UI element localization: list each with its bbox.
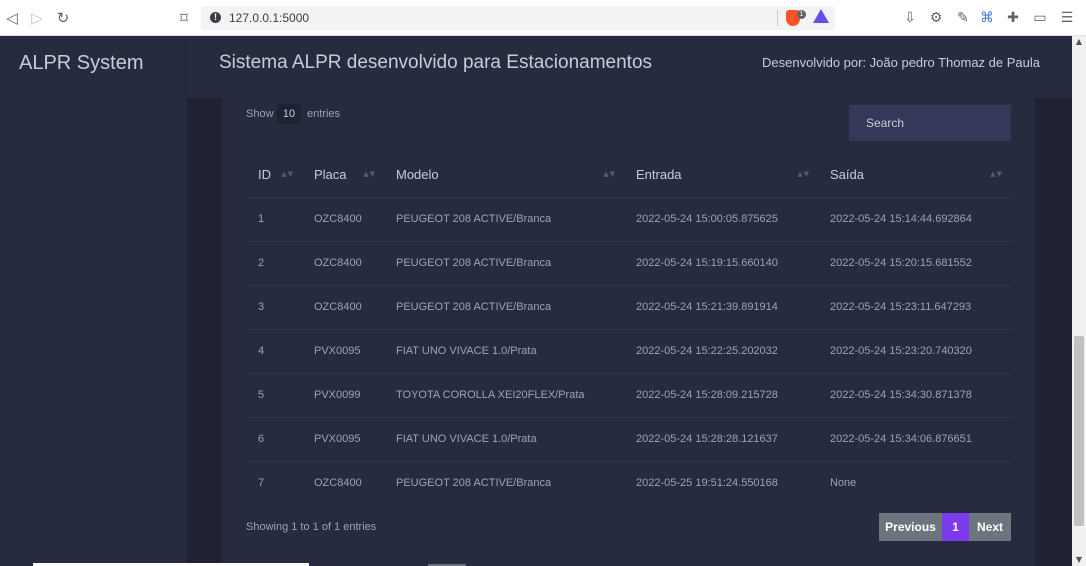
cell-entrada: 2022-05-24 15:28:28.121637 (624, 417, 818, 462)
address-divider (777, 10, 778, 26)
entries-select[interactable]: 10 (277, 104, 301, 124)
table-header-row: ID ▲▼ Placa ▲▼ Modelo ▲▼ Entrada ▲▼ Saída ▲▼ (246, 153, 1011, 198)
table-row: 1 OZC8400 PEUGEOT 208 ACTIVE/Branca 2022… (246, 197, 1011, 242)
cell-saida: 2022-05-24 15:20:15.681552 (818, 241, 1011, 286)
cell-saida: 2022-05-24 15:14:44.692864 (818, 197, 1011, 242)
search-input[interactable]: Search (849, 105, 1011, 141)
cell-placa: OZC8400 (302, 241, 384, 286)
page-1-button[interactable]: 1 (942, 513, 969, 541)
download-icon[interactable]: ⇩ (902, 10, 918, 26)
tools-icon[interactable]: ✎ (955, 10, 971, 26)
table-row: 7 OZC8400 PEUGEOT 208 ACTIVE/Branca 2022… (246, 461, 1011, 505)
sort-icon: ▲▼ (603, 170, 616, 178)
scroll-down-icon[interactable]: ▼ (1072, 554, 1086, 566)
cell-entrada: 2022-05-24 15:21:39.891914 (624, 285, 818, 330)
sidebar (0, 98, 187, 566)
parking-table: ID ▲▼ Placa ▲▼ Modelo ▲▼ Entrada ▲▼ Saída ▲▼ … (246, 153, 1011, 505)
cell-placa: OZC8400 (314, 477, 362, 490)
cell-modelo: PEUGEOT 208 ACTIVE/Branca (384, 241, 624, 286)
cell-id: 5 (246, 373, 302, 418)
main-content: Show 10 entries Search ID ▲▼ Placa ▲▼ Mode… (187, 98, 1072, 566)
previous-button[interactable]: Previous (879, 513, 942, 541)
cell-id: 4 (246, 329, 302, 374)
table-row: 2 OZC8400 PEUGEOT 208 ACTIVE/Branca 2022… (246, 241, 1011, 286)
sort-icon: ▲▼ (281, 170, 294, 178)
sort-icon: ▲▼ (363, 170, 376, 178)
show-label: Show (246, 108, 274, 120)
bookmark-icon[interactable]: ⌑ (174, 8, 194, 28)
column-header-entrada[interactable]: Entrada ▲▼ (624, 153, 818, 198)
brand: ALPR System (0, 36, 187, 98)
extension-icon[interactable]: ⚙ (928, 10, 944, 26)
developer-credit: Desenvolvido por: João pedro Thomaz de P… (762, 55, 1040, 70)
cell-placa: PVX0095 (302, 329, 384, 374)
column-header-modelo[interactable]: Modelo ▲▼ (384, 153, 624, 198)
scroll-up-icon[interactable]: ▲ (1072, 36, 1086, 48)
cell-modelo: FIAT UNO VIVACE 1.0/Prata (384, 417, 624, 462)
url-text: 127.0.0.1:5000 (229, 11, 310, 25)
wallet-icon[interactable]: ▭ (1032, 10, 1048, 26)
translate-icon[interactable]: ⌘ (979, 10, 995, 26)
column-header-id[interactable]: ID ▲▼ (246, 153, 302, 198)
back-icon[interactable]: ◁ (2, 8, 22, 28)
showing-summary: Showing 1 to 1 of 1 entries (246, 521, 377, 533)
table-row: 6 PVX0095 FIAT UNO VIVACE 1.0/Prata 2022… (246, 417, 1011, 462)
table-card: Show 10 entries Search ID ▲▼ Placa ▲▼ Mode… (222, 98, 1035, 566)
cell-placa: OZC8400 (302, 285, 384, 330)
cell-entrada: 2022-05-24 15:00:05.875625 (624, 197, 818, 242)
next-button[interactable]: Next (969, 513, 1011, 541)
search-placeholder: Search (866, 116, 905, 130)
cell-entrada: 2022-05-24 15:28:09.215728 (624, 373, 818, 418)
column-label: ID (258, 167, 271, 183)
cell-saida: 2022-05-24 15:23:11.647293 (818, 285, 1011, 330)
pagination: Previous 1 Next (879, 513, 1011, 541)
column-header-saida[interactable]: Saída ▲▼ (818, 153, 1011, 198)
cell-saida: None (830, 477, 857, 490)
cell-entrada: 2022-05-24 15:19:15.660140 (624, 241, 818, 286)
cell-modelo: PEUGEOT 208 ACTIVE/Branca (384, 285, 624, 330)
column-label: Placa (314, 167, 347, 183)
cell-modelo: PEUGEOT 208 ACTIVE/Branca (396, 477, 552, 490)
sort-icon: ▲▼ (990, 170, 1003, 178)
page-title: Sistema ALPR desenvolvido para Estaciona… (219, 52, 653, 73)
table-row: 5 PVX0099 TOYOTA COROLLA XEI20FLEX/Prata… (246, 373, 1011, 418)
cell-modelo: PEUGEOT 208 ACTIVE/Branca (384, 197, 624, 242)
cell-modelo: FIAT UNO VIVACE 1.0/Prata (384, 329, 624, 374)
sort-icon: ▲▼ (797, 170, 810, 178)
brave-rewards-icon[interactable] (813, 9, 829, 23)
brand-title[interactable]: ALPR System (19, 52, 143, 75)
cell-placa: PVX0099 (302, 373, 384, 418)
cell-id: 6 (246, 417, 302, 462)
entries-label: entries (307, 108, 341, 120)
puzzle-icon[interactable]: ✚ (1005, 10, 1021, 26)
table-row: 4 PVX0095 FIAT UNO VIVACE 1.0/Prata 2022… (246, 329, 1011, 374)
cell-id: 7 (258, 477, 265, 490)
cell-saida: 2022-05-24 15:23:20.740320 (818, 329, 1011, 374)
cell-modelo: TOYOTA COROLLA XEI20FLEX/Prata (384, 373, 624, 418)
vertical-scrollbar[interactable]: ▲ ▼ (1072, 36, 1086, 566)
cell-placa: PVX0095 (302, 417, 384, 462)
column-header-placa[interactable]: Placa ▲▼ (302, 153, 384, 198)
cell-id: 3 (246, 285, 302, 330)
app-header: ALPR System Sistema ALPR desenvolvido pa… (0, 36, 1072, 98)
reload-icon[interactable]: ↻ (53, 8, 73, 28)
brave-shield-badge: 1 (797, 10, 806, 19)
cell-saida: 2022-05-24 15:34:06.876651 (818, 417, 1011, 462)
address-bar[interactable]: ! 127.0.0.1:5000 (201, 6, 835, 30)
cell-id: 2 (246, 241, 302, 286)
cell-placa: OZC8400 (302, 197, 384, 242)
cell-id: 1 (246, 197, 302, 242)
forward-icon[interactable]: ▷ (27, 8, 47, 28)
cell-saida: 2022-05-24 15:34:30.871378 (818, 373, 1011, 418)
column-label: Entrada (636, 167, 682, 183)
site-info-icon[interactable]: ! (210, 12, 221, 23)
scroll-thumb[interactable] (1074, 336, 1084, 526)
table-row: 3 OZC8400 PEUGEOT 208 ACTIVE/Branca 2022… (246, 285, 1011, 330)
column-label: Modelo (396, 167, 439, 183)
browser-toolbar: ◁ ▷ ↻ ⌑ ! 127.0.0.1:5000 1 ⇩ ⚙ ✎ ⌘ ✚ ▭ ☰ (0, 0, 1086, 36)
cell-entrada: 2022-05-25 19:51:24.550168 (636, 477, 778, 490)
cell-entrada: 2022-05-24 15:22:25.202032 (624, 329, 818, 374)
menu-icon[interactable]: ☰ (1059, 10, 1075, 26)
column-label: Saída (830, 167, 864, 183)
